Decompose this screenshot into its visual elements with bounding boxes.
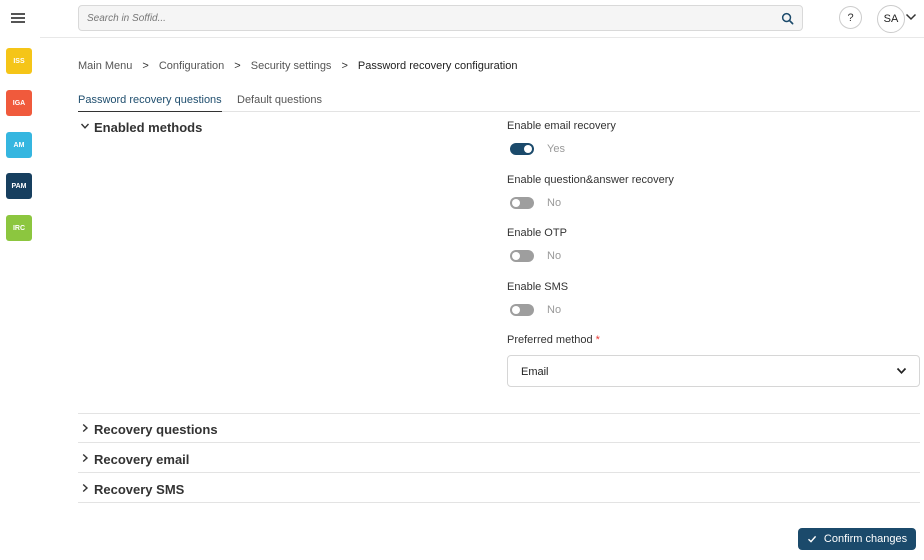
otp-toggle[interactable] [510, 250, 534, 262]
chevron-right-icon[interactable] [80, 423, 90, 433]
required-marker: * [595, 334, 600, 346]
search-box [78, 5, 803, 31]
section-divider [78, 502, 920, 503]
search-icon[interactable] [781, 12, 794, 25]
breadcrumb-current-page: Password recovery configuration [357, 60, 518, 72]
sms-state: No [547, 304, 562, 316]
module-rail: ISS IGA AM PAM IRC [0, 0, 40, 560]
otp-state: No [547, 250, 562, 262]
email-recovery-state: Yes [547, 143, 565, 155]
confirm-changes-button[interactable]: Confirm changes [798, 528, 916, 550]
otp-label: Enable OTP [507, 227, 567, 239]
section-recovery-email-header[interactable]: Recovery email [94, 452, 189, 467]
sms-toggle[interactable] [510, 304, 534, 316]
chevron-right-icon[interactable] [80, 483, 90, 493]
module-irc[interactable]: IRC [6, 215, 32, 241]
preferred-method-label-text: Preferred method [507, 334, 593, 346]
chevron-down-icon[interactable] [80, 121, 90, 131]
breadcrumb-security-settings[interactable]: Security settings [251, 60, 332, 72]
preferred-method-select[interactable]: Email [507, 355, 920, 387]
check-icon [807, 535, 817, 543]
preferred-method-value: Email [521, 366, 549, 378]
top-header: ? SA [40, 0, 924, 38]
qa-recovery-label: Enable question&answer recovery [507, 174, 674, 186]
email-recovery-label: Enable email recovery [507, 120, 616, 132]
hamburger-menu-icon[interactable] [9, 11, 27, 29]
breadcrumb-separator: > [341, 60, 348, 72]
module-pam[interactable]: PAM [6, 173, 32, 199]
breadcrumb-configuration[interactable]: Configuration [159, 60, 224, 72]
breadcrumb: Main Menu > Configuration > Security set… [78, 60, 517, 72]
user-avatar[interactable]: SA [877, 5, 905, 33]
app-root: ISS IGA AM PAM IRC ? SA Main Menu > Conf… [0, 0, 924, 560]
section-recovery-sms-header[interactable]: Recovery SMS [94, 482, 184, 497]
email-recovery-toggle[interactable] [510, 143, 534, 155]
section-enabled-methods-header[interactable]: Enabled methods [94, 120, 202, 135]
section-divider [78, 472, 920, 473]
chevron-down-icon[interactable] [905, 13, 917, 21]
help-button[interactable]: ? [839, 6, 862, 29]
confirm-changes-label: Confirm changes [823, 533, 908, 545]
section-divider [78, 442, 920, 443]
search-input[interactable] [87, 6, 767, 30]
breadcrumb-separator: > [234, 60, 241, 72]
module-iss[interactable]: ISS [6, 48, 32, 74]
breadcrumb-separator: > [142, 60, 149, 72]
section-divider [78, 413, 920, 414]
tab-bar: Password recovery questions Default ques… [78, 94, 920, 112]
sms-label: Enable SMS [507, 281, 569, 293]
section-recovery-questions-header[interactable]: Recovery questions [94, 422, 218, 437]
tab-default-questions[interactable]: Default questions [237, 94, 322, 112]
breadcrumb-main-menu[interactable]: Main Menu [78, 60, 132, 72]
module-am[interactable]: AM [6, 132, 32, 158]
tab-password-recovery-questions[interactable]: Password recovery questions [78, 94, 222, 112]
qa-recovery-toggle[interactable] [510, 197, 534, 209]
module-iga[interactable]: IGA [6, 90, 32, 116]
chevron-right-icon[interactable] [80, 453, 90, 463]
qa-recovery-state: No [547, 197, 562, 209]
preferred-method-label: Preferred method * [507, 334, 600, 346]
chevron-down-icon [896, 367, 907, 375]
